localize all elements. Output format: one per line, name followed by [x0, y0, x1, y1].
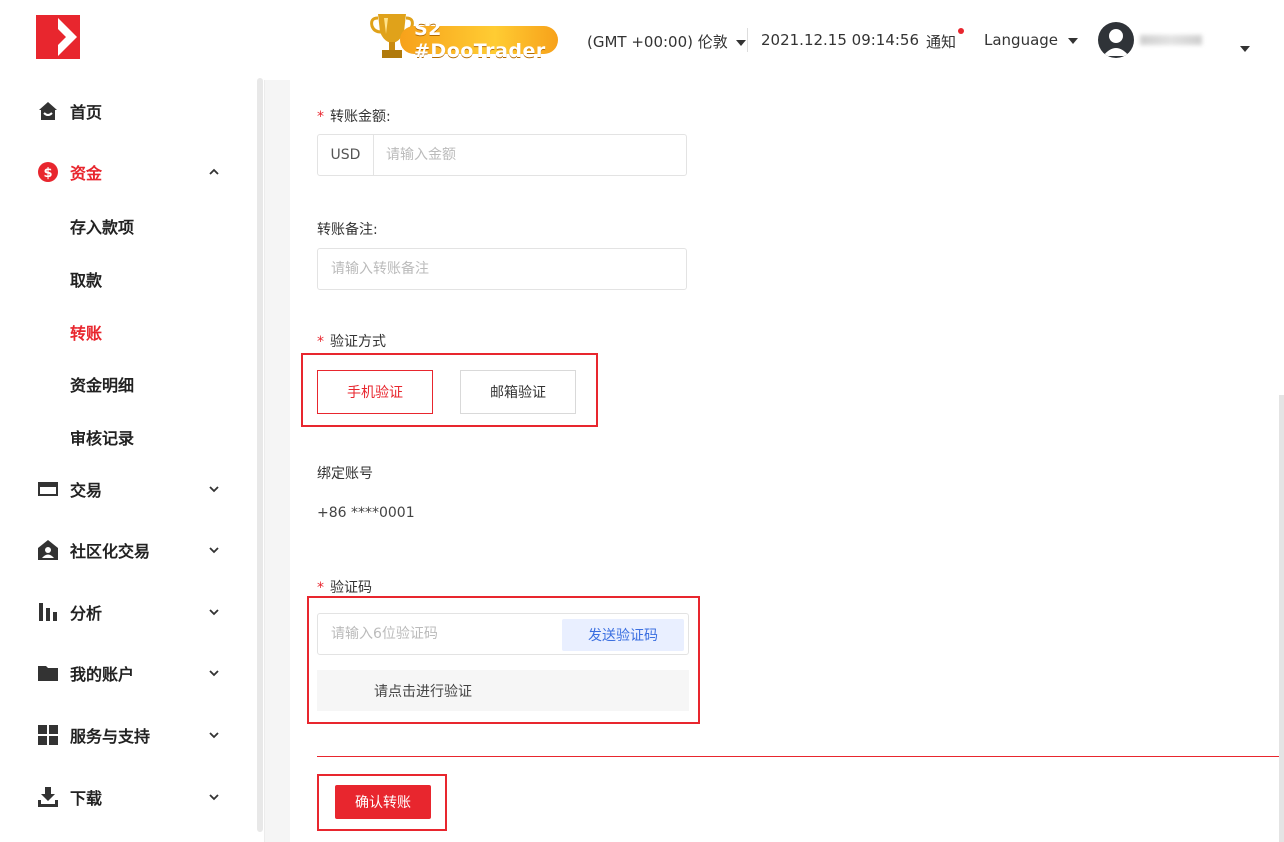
- notification-dot: [958, 28, 964, 34]
- required-mark: *: [317, 109, 324, 125]
- amount-label: * 转账金额:: [317, 106, 391, 126]
- caret-down-icon: [1240, 45, 1250, 52]
- brand-logo: [36, 15, 80, 59]
- chevron-down-icon: [209, 486, 219, 493]
- amount-label-text: 转账金额:: [330, 109, 391, 125]
- user-menu-caret[interactable]: [1240, 38, 1250, 57]
- phone-verify-button[interactable]: 手机验证: [317, 370, 433, 414]
- sidebar-item-my-accounts[interactable]: 我的账户: [0, 653, 257, 693]
- language-label: Language: [984, 31, 1059, 49]
- chevron-down-icon: [209, 794, 219, 801]
- folder-icon: [38, 663, 58, 683]
- code-input[interactable]: [331, 614, 556, 654]
- header-divider: [747, 28, 748, 52]
- chevron-up-icon: [209, 168, 219, 175]
- chevron-down-icon: [209, 547, 219, 554]
- amount-input[interactable]: [386, 135, 676, 175]
- sidebar-item-label: 服务与支持: [70, 727, 151, 746]
- sidebar-item-home[interactable]: 首页: [0, 91, 257, 131]
- username-redacted: [1140, 35, 1202, 45]
- confirm-transfer-button[interactable]: 确认转账: [335, 785, 431, 819]
- captcha-widget[interactable]: 请点击进行验证: [317, 670, 689, 711]
- caret-down-icon: [1068, 37, 1079, 44]
- avatar[interactable]: [1098, 22, 1134, 58]
- datetime-display: 2021.12.15 09:14:56: [761, 31, 920, 49]
- caret-down-icon: [735, 39, 746, 46]
- language-selector[interactable]: Language: [984, 31, 1079, 49]
- code-input-group: 发送验证码: [317, 613, 689, 655]
- sidebar-item-label: 我的账户: [70, 665, 135, 684]
- sidebar-subitem-deposit[interactable]: 存入款项: [70, 214, 134, 238]
- send-code-button[interactable]: 发送验证码: [562, 619, 684, 651]
- download-icon: [38, 787, 58, 807]
- sidebar-item-analysis[interactable]: 分析: [0, 592, 257, 632]
- amount-input-group: USD: [317, 134, 687, 176]
- sidebar-scrollbar[interactable]: [257, 78, 263, 832]
- chevron-down-icon: [209, 670, 219, 677]
- code-label: * 验证码: [317, 577, 372, 597]
- sidebar-item-trade[interactable]: 交易: [0, 469, 257, 509]
- currency-prefix: USD: [318, 135, 374, 175]
- code-label-text: 验证码: [330, 580, 372, 596]
- required-mark: *: [317, 334, 324, 350]
- email-verify-button[interactable]: 邮箱验证: [460, 370, 576, 414]
- sidebar-item-label: 交易: [70, 481, 103, 500]
- verify-method-label-text: 验证方式: [330, 334, 386, 350]
- sidebar-item-social-trading[interactable]: 社区化交易: [0, 530, 257, 570]
- sidebar-item-label: 下载: [70, 789, 103, 808]
- sidebar-item-service-support[interactable]: 服务与支持: [0, 715, 257, 755]
- social-user-icon: [38, 540, 58, 560]
- top-header: S2 #DooTrader (GMT +00:00) 伦敦 2021.12.15…: [264, 0, 1284, 80]
- chevron-down-icon: [209, 732, 219, 739]
- verify-method-label: * 验证方式: [317, 331, 386, 351]
- remark-input-group: [317, 248, 687, 290]
- sidebar: 首页 $ 资金 存入款项 取款 转账 资金明细 审核记录 交易 社区化交易 分析: [0, 0, 265, 842]
- promo-banner-label: S2 #DooTrader: [400, 18, 558, 62]
- grid-icon: [38, 725, 58, 745]
- sidebar-item-label: 首页: [70, 103, 103, 122]
- notifications-link[interactable]: 通知: [926, 31, 956, 52]
- bound-account-value: +86 ****0001: [317, 505, 415, 521]
- divider: [317, 756, 1279, 757]
- sidebar-item-label: 分析: [70, 604, 103, 623]
- sidebar-item-download[interactable]: 下载: [0, 777, 257, 817]
- sidebar-subitem-audit-records[interactable]: 审核记录: [70, 425, 134, 449]
- sidebar-item-funds[interactable]: $ 资金: [0, 152, 257, 192]
- remark-input[interactable]: [331, 249, 676, 289]
- sidebar-subitem-withdraw[interactable]: 取款: [70, 267, 102, 291]
- home-icon: [38, 101, 58, 121]
- remark-label: 转账备注:: [317, 222, 378, 238]
- promo-banner[interactable]: S2 #DooTrader: [370, 10, 560, 62]
- sidebar-subitem-transfer[interactable]: 转账: [70, 320, 102, 344]
- chevron-down-icon: [209, 609, 219, 616]
- sidebar-item-label: 社区化交易: [70, 542, 151, 561]
- page-scrollbar[interactable]: [1279, 395, 1284, 842]
- bound-account-label: 绑定账号: [317, 466, 373, 482]
- transfer-form: * 转账金额: USD 转账备注: * 验证方式 手机验证 邮箱验证 绑定账号 +8…: [290, 80, 1284, 842]
- sidebar-item-label: 资金: [70, 164, 103, 183]
- required-mark: *: [317, 580, 324, 596]
- timezone-selector[interactable]: (GMT +00:00) 伦敦: [587, 31, 746, 52]
- svg-text:$: $: [43, 166, 52, 181]
- timezone-label: (GMT +00:00) 伦敦: [587, 33, 728, 51]
- card-icon: [38, 479, 58, 499]
- bar-chart-icon: [38, 602, 58, 622]
- dollar-circle-icon: $: [38, 162, 58, 182]
- sidebar-subitem-fund-details[interactable]: 资金明细: [70, 372, 134, 396]
